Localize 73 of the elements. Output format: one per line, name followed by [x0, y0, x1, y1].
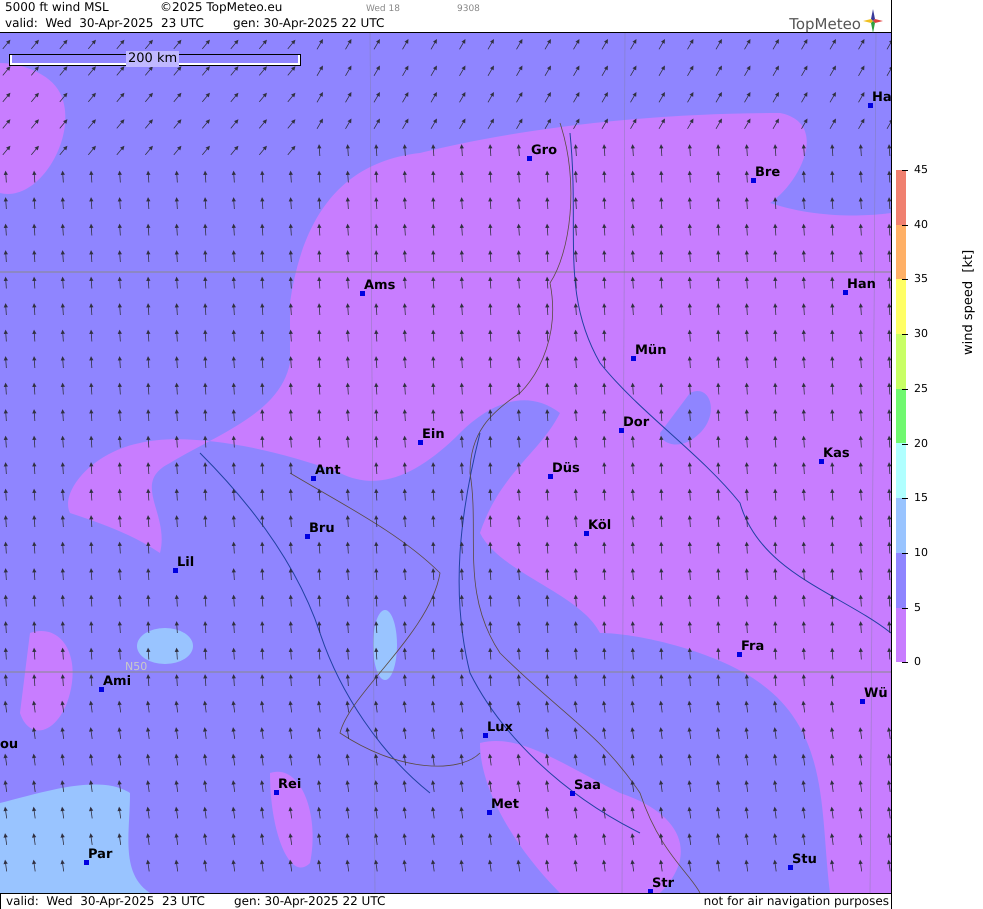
city-marker-icon — [99, 687, 104, 692]
city-label: Kas — [823, 446, 850, 461]
city-label: Rei — [278, 777, 302, 792]
city-label: Han — [847, 277, 876, 292]
city-marker-icon — [173, 568, 178, 573]
city-marker-icon — [548, 474, 553, 479]
city-marker-icon — [737, 652, 742, 657]
city-label: Met — [491, 797, 519, 812]
city-marker-icon — [584, 531, 589, 536]
city-marker-icon — [527, 156, 532, 161]
city-marker-icon — [570, 791, 575, 796]
city-marker-icon — [619, 428, 624, 433]
city-marker-icon — [418, 440, 423, 445]
city-marker-icon — [631, 356, 636, 361]
valid-time: valid: Wed 30-Apr-2025 23 UTC — [5, 16, 204, 31]
city-label: Ant — [315, 463, 341, 478]
city-label: Düs — [552, 461, 580, 476]
tick-label: 35 — [914, 273, 928, 286]
city-marker-icon — [788, 865, 793, 870]
city-label: Ha — [872, 90, 891, 105]
city-label: Lil — [177, 555, 194, 570]
city-label: Stu — [792, 852, 817, 867]
city-marker-icon — [487, 810, 492, 815]
tick-label: 30 — [914, 328, 928, 340]
valid-time: valid: Wed 30-Apr-2025 23 UTC — [6, 894, 205, 909]
tick-label: 20 — [914, 438, 928, 450]
city-label: Bru — [309, 521, 335, 536]
city-label: ou — [0, 737, 18, 752]
city-label: Mün — [635, 343, 666, 358]
city-marker-icon — [274, 790, 279, 795]
tick-label: 15 — [914, 492, 928, 504]
compass-star-icon — [863, 9, 883, 33]
logo-text: TopMeteo — [789, 15, 861, 33]
city-marker-icon — [751, 178, 756, 183]
city-marker-icon — [360, 291, 365, 296]
city-label: Ami — [103, 674, 132, 689]
city-marker-icon — [819, 459, 824, 464]
tick-label: 10 — [914, 546, 928, 559]
city-label: Str — [652, 876, 674, 891]
scale-label: 200 km — [126, 51, 180, 67]
city-label: Köl — [588, 518, 612, 533]
city-label: Ams — [364, 278, 396, 293]
tick-label: 0 — [914, 656, 921, 668]
tick-label: 40 — [914, 218, 928, 231]
run-code: 9308 — [457, 3, 480, 16]
tick-label: 5 — [914, 602, 921, 614]
city-label: Lux — [487, 720, 513, 735]
city-marker-icon — [868, 103, 873, 108]
legend-title: wind speed [kt] — [961, 250, 977, 355]
city-label: Fra — [741, 639, 764, 654]
city-marker-icon — [860, 699, 865, 704]
map-title: 5000 ft wind MSL — [5, 0, 109, 15]
generated-time: gen: 30-Apr-2025 22 UTC — [234, 894, 386, 909]
city-label: Bre — [755, 165, 780, 180]
city-label: Par — [88, 847, 112, 862]
city-marker-icon — [305, 534, 310, 539]
tick-label: 25 — [914, 382, 928, 395]
generated-time: gen: 30-Apr-2025 22 UTC — [233, 16, 384, 31]
city-marker-icon — [311, 476, 316, 481]
latitude-label: N50 — [125, 660, 148, 673]
city-label: Dor — [623, 415, 650, 430]
city-label: Ein — [422, 427, 445, 442]
city-marker-icon — [648, 889, 653, 893]
run-label: Wed 18 — [366, 3, 400, 16]
city-marker-icon — [483, 733, 488, 738]
city-marker-icon — [843, 290, 848, 295]
city-label: Gro — [531, 143, 558, 158]
tick-label: 45 — [914, 164, 928, 176]
city-label: Wü — [864, 686, 888, 701]
city-label: Saa — [574, 778, 601, 793]
disclaimer-text: not for air navigation purposes — [704, 894, 889, 909]
copyright-text: ©2025 TopMeteo.eu — [160, 0, 282, 15]
city-marker-icon — [84, 860, 89, 865]
